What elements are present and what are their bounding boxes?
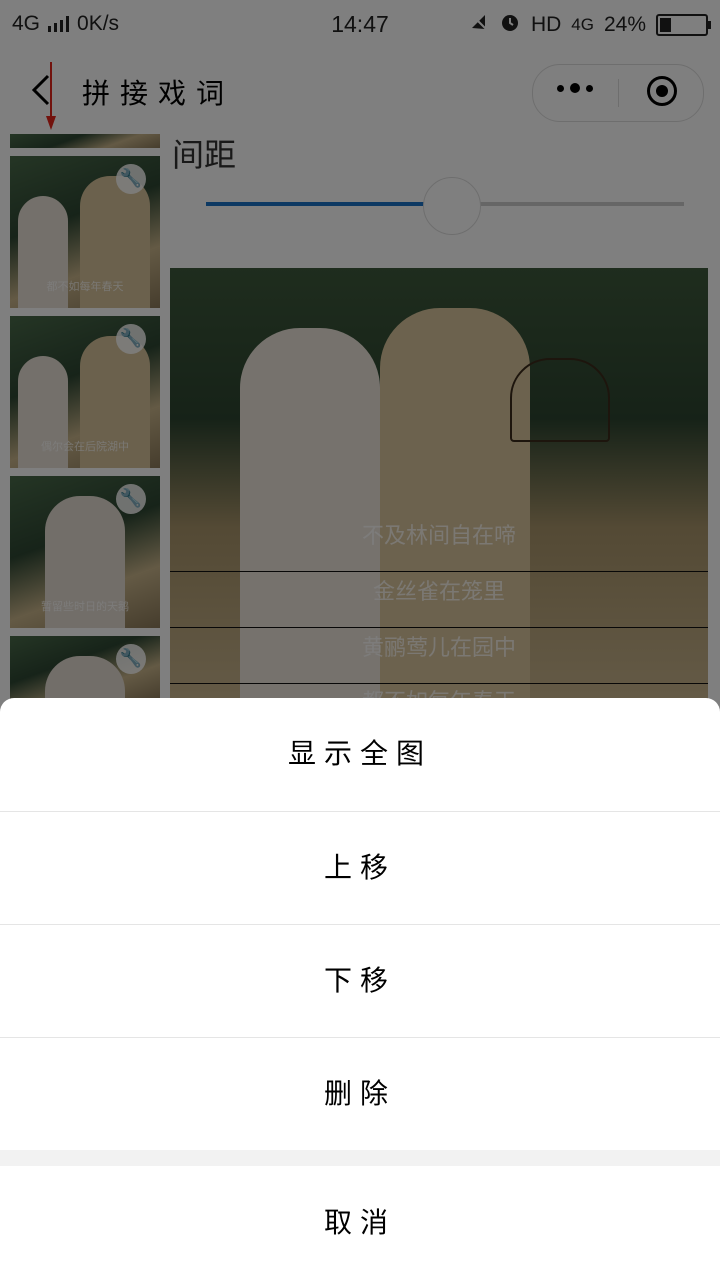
action-sheet: 显示全图 上移 下移 删除 取消	[0, 698, 720, 1280]
move-up-button[interactable]: 上移	[0, 812, 720, 924]
move-down-button[interactable]: 下移	[0, 925, 720, 1037]
delete-button[interactable]: 删除	[0, 1038, 720, 1150]
show-full-image-button[interactable]: 显示全图	[0, 698, 720, 810]
cancel-button[interactable]: 取消	[0, 1166, 720, 1280]
cancel-separator	[0, 1150, 720, 1166]
